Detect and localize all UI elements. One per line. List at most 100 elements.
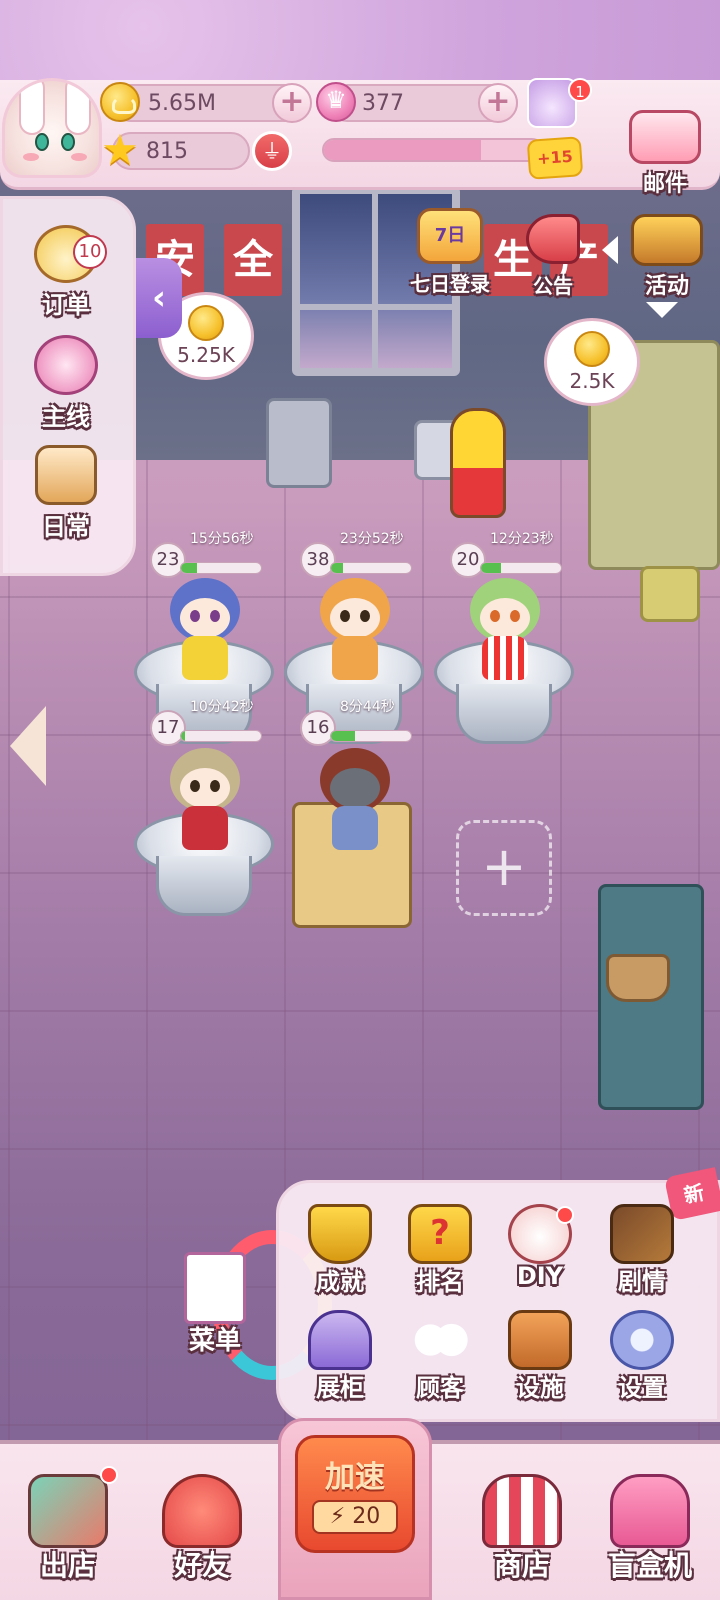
- character-eye: [210, 610, 220, 622]
- station-level: 16: [300, 710, 336, 746]
- mail-icon: [629, 110, 701, 164]
- character-body: [332, 806, 378, 850]
- coin-bubble-value: 2.5K: [569, 369, 615, 393]
- speed-up-panel: 加速 ⚡ 20: [295, 1435, 415, 1553]
- speed-up-button[interactable]: 加速 ⚡ 20: [278, 1418, 432, 1600]
- treasure-chest-icon: [631, 214, 703, 266]
- daily-button[interactable]: 日常: [21, 445, 111, 545]
- avatar-eye: [61, 133, 75, 151]
- collapse-menu-button[interactable]: ‹: [136, 258, 182, 338]
- character-eye: [190, 780, 200, 792]
- worker-character-bandaged-boy[interactable]: [310, 742, 400, 852]
- chevron-left-icon[interactable]: [602, 236, 618, 264]
- avatar-ear: [65, 81, 91, 135]
- character-eye: [190, 610, 200, 622]
- station-level: 23: [150, 542, 186, 578]
- coin-bubble-value: 5.25K: [177, 343, 235, 367]
- diy-button[interactable]: DIY: [490, 1204, 590, 1304]
- main-quest-character-icon: [34, 335, 98, 395]
- avatar-blush: [71, 153, 87, 161]
- basket: [640, 566, 700, 622]
- achievement-button[interactable]: 成就: [290, 1204, 390, 1304]
- station-timer-text: 10分42秒: [190, 699, 254, 715]
- progress-fill: [481, 563, 501, 573]
- station-progress-bar: [180, 730, 262, 742]
- character-body: [182, 806, 228, 850]
- xp-fill: [324, 140, 481, 160]
- customers-icon: [408, 1310, 472, 1370]
- settings-label: 设置: [618, 1374, 666, 1402]
- daily-label: 日常: [42, 513, 90, 541]
- station-progress-bar: [330, 730, 412, 742]
- progress-fill: [331, 563, 343, 573]
- station-progress-bar: [330, 562, 412, 574]
- character-face: [180, 768, 230, 808]
- megaphone-icon: [526, 214, 580, 264]
- level-bonus-badge: +15: [526, 136, 584, 180]
- worker-character-horned-girl[interactable]: [160, 742, 250, 852]
- events-button[interactable]: 活动: [620, 214, 714, 304]
- blind-box-button[interactable]: 盲盒机: [590, 1456, 710, 1596]
- character-body: [332, 636, 378, 680]
- main-quest-button[interactable]: 主线: [21, 335, 111, 435]
- crown-icon: [316, 82, 356, 122]
- seven-day-login-label: 七日登录: [410, 272, 490, 296]
- character-eye: [490, 610, 500, 622]
- seven-day-login-button[interactable]: 7日 七日登录: [398, 208, 502, 304]
- story-button[interactable]: 剧情: [592, 1204, 692, 1304]
- add-gems-button[interactable]: +: [478, 83, 518, 123]
- ranking-button[interactable]: ? 排名: [390, 1204, 490, 1304]
- film-strip-icon: [610, 1204, 674, 1264]
- orders-count-badge: 10: [73, 235, 107, 269]
- bucket: [606, 954, 670, 1002]
- gear-icon: [610, 1310, 674, 1370]
- achievement-label: 成就: [316, 1268, 364, 1296]
- facilities-button[interactable]: 设施: [490, 1310, 590, 1410]
- settings-button[interactable]: 设置: [592, 1310, 692, 1410]
- worker-character-green-hair[interactable]: [460, 572, 550, 682]
- events-label: 活动: [644, 274, 689, 299]
- recipe-book-icon: [184, 1252, 246, 1324]
- pedestal-base: [456, 684, 552, 744]
- worker-character-bunny-girl[interactable]: [160, 572, 250, 682]
- speed-count-value: 20: [352, 1504, 381, 1529]
- pedestal-base: [156, 856, 252, 916]
- character-face: [180, 598, 230, 638]
- showcase-button[interactable]: 展柜: [290, 1310, 390, 1410]
- wall-banner: 全: [224, 224, 282, 296]
- character-eye: [360, 610, 370, 622]
- empty-station-slot[interactable]: +: [456, 820, 552, 916]
- coin-bubble-right[interactable]: 2.5K: [544, 318, 640, 406]
- character-face: [480, 598, 530, 638]
- station-level: 20: [450, 542, 486, 578]
- scroll-left-arrow-icon[interactable]: [8, 706, 48, 786]
- recipe-menu-label: 菜单: [188, 1326, 241, 1356]
- broom-icon[interactable]: ⏚: [252, 131, 292, 171]
- character-eye: [210, 780, 220, 792]
- progress-fill: [181, 731, 185, 741]
- recipe-menu-button[interactable]: 菜单: [176, 1252, 254, 1362]
- station-timer-text: 15分56秒: [190, 531, 254, 547]
- facilities-label: 设施: [516, 1374, 564, 1402]
- announcement-button[interactable]: 公告: [516, 214, 590, 304]
- mail-label: 邮件: [642, 172, 687, 197]
- customers-button[interactable]: 顾客: [390, 1310, 490, 1410]
- avatar-eye: [35, 133, 49, 151]
- go-out-button[interactable]: 出店: [8, 1456, 128, 1596]
- ranking-label: 排名: [416, 1268, 464, 1296]
- shop-icon: [482, 1474, 562, 1548]
- mail-button[interactable]: 邮件: [620, 110, 710, 200]
- add-coins-button[interactable]: +: [272, 83, 312, 123]
- character-face: [330, 598, 380, 638]
- coin-amount: 5.65M: [148, 91, 216, 116]
- chevron-down-icon[interactable]: [646, 302, 678, 318]
- player-avatar[interactable]: [2, 78, 102, 178]
- worker-character-tiger-girl[interactable]: [310, 572, 400, 682]
- character-body: [182, 636, 228, 680]
- station-progress-bar: [480, 562, 562, 574]
- progress-fill: [331, 731, 355, 741]
- friends-button[interactable]: 好友: [142, 1456, 262, 1596]
- station-timer-text: 12分23秒: [490, 531, 554, 547]
- shop-button[interactable]: 商店: [462, 1456, 582, 1596]
- mascot-character[interactable]: [450, 408, 506, 518]
